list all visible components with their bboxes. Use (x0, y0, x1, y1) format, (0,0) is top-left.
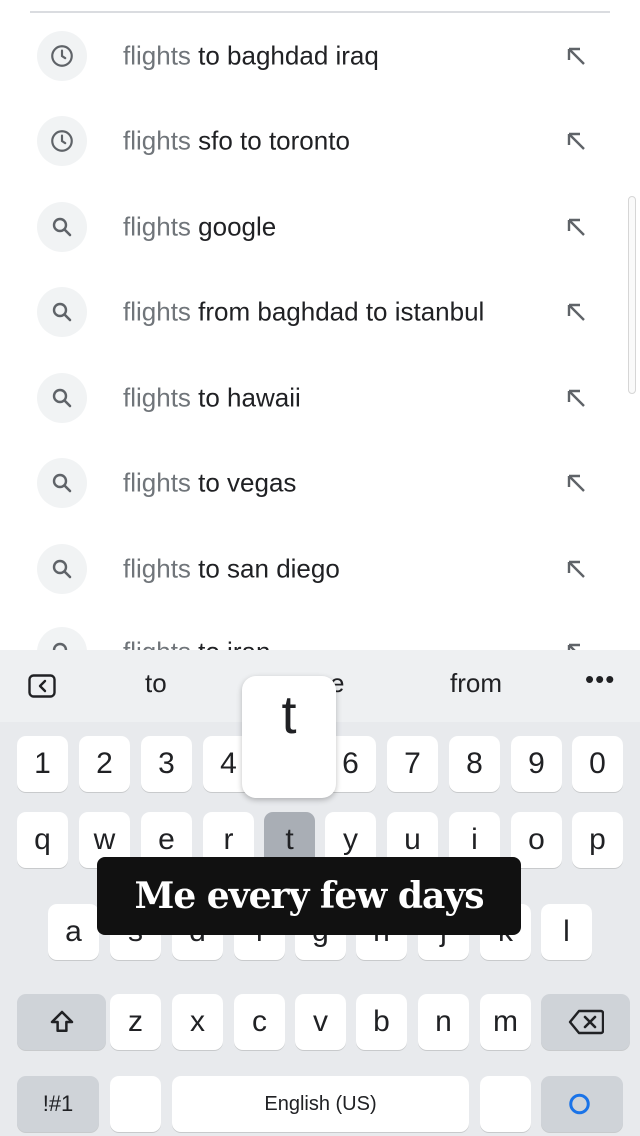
key-m[interactable]: m (480, 994, 531, 1050)
key-0[interactable]: 0 (572, 736, 623, 792)
suggestion-row[interactable]: flights to vegas (0, 441, 640, 527)
search-icon (37, 287, 87, 338)
arrow-up-left-icon[interactable] (564, 300, 588, 324)
more-options-icon[interactable]: ••• (585, 664, 615, 695)
key-x[interactable]: x (172, 994, 223, 1050)
key-9[interactable]: 9 (511, 736, 562, 792)
suggestion-row[interactable]: flights to san diego (0, 526, 640, 612)
key-z[interactable]: z (110, 994, 161, 1050)
key-l[interactable]: l (541, 904, 592, 960)
arrow-up-left-icon[interactable] (564, 129, 588, 153)
suggestion-text: flights from baghdad to istanbul (123, 296, 485, 327)
suggestion-row[interactable]: flights to hawaii (0, 355, 640, 441)
key-a[interactable]: a (48, 904, 99, 960)
suggestion-row[interactable]: flights sfo to toronto (0, 99, 640, 185)
suggestion-text: flights to hawaii (123, 382, 301, 413)
key-c[interactable]: c (234, 994, 285, 1050)
search-icon (37, 372, 87, 423)
arrow-up-left-icon[interactable] (564, 44, 588, 68)
keyboard-collapse-icon[interactable] (28, 674, 56, 698)
key-p[interactable]: p (572, 812, 623, 868)
caption-overlay: Me every few days (97, 857, 521, 935)
suggestion-row[interactable]: flights from baghdad to istanbul (0, 270, 640, 356)
key-8[interactable]: 8 (449, 736, 500, 792)
backspace-icon (568, 1009, 604, 1035)
key-v[interactable]: v (295, 994, 346, 1050)
key-n[interactable]: n (418, 994, 469, 1050)
suggestion-text: flights to san diego (123, 553, 340, 584)
search-icon (37, 458, 87, 509)
space-key[interactable]: English (US) (172, 1076, 469, 1132)
key-preview-popup: t (242, 676, 336, 798)
suggestion-row[interactable]: flights google (0, 184, 640, 270)
suggestion-text: flights to baghdad iraq (123, 40, 379, 71)
key-2[interactable]: 2 (79, 736, 130, 792)
key-1[interactable]: 1 (17, 736, 68, 792)
search-icon (37, 543, 87, 594)
suggestion-list: flights to baghdad iraq flights sfo to t… (0, 13, 640, 672)
search-icon (37, 201, 87, 252)
key-3[interactable]: 3 (141, 736, 192, 792)
history-icon (37, 30, 87, 81)
shift-icon (50, 1010, 73, 1032)
history-icon (37, 116, 87, 167)
arrow-up-left-icon[interactable] (564, 215, 588, 239)
suggestion-row[interactable]: flights to baghdad iraq (0, 13, 640, 99)
key-b[interactable]: b (356, 994, 407, 1050)
suggestion-text: flights google (123, 211, 277, 242)
word-suggestion[interactable]: from (450, 668, 502, 699)
suggestion-text: flights sfo to toronto (123, 125, 350, 156)
arrow-up-left-icon[interactable] (564, 386, 588, 410)
comma-key[interactable] (110, 1076, 161, 1132)
key-7[interactable]: 7 (387, 736, 438, 792)
arrow-up-left-icon[interactable] (564, 471, 588, 495)
period-key[interactable] (480, 1076, 531, 1132)
word-suggestion[interactable]: to (145, 668, 167, 699)
search-icon (569, 1093, 590, 1115)
search-key[interactable] (541, 1076, 623, 1132)
symbols-key[interactable]: !#1 (17, 1076, 99, 1132)
key-q[interactable]: q (17, 812, 68, 868)
backspace-key[interactable] (541, 994, 630, 1050)
suggestion-text: flights to vegas (123, 467, 297, 498)
shift-key[interactable] (17, 994, 106, 1050)
arrow-up-left-icon[interactable] (564, 557, 588, 581)
